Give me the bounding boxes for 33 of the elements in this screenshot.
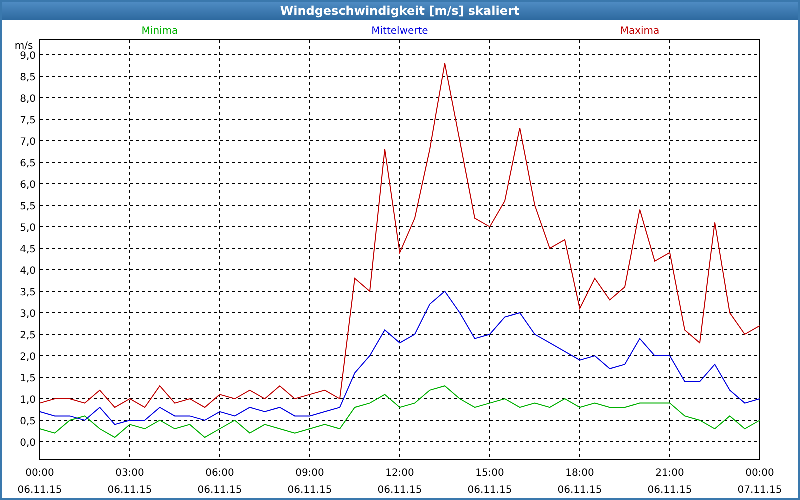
legend-label: Maxima [620, 26, 660, 37]
y-tick-label: 7,0 [20, 137, 36, 148]
x-tick-label: 15:00 06.11.15 [468, 468, 512, 496]
y-tick-label: 8,0 [20, 94, 36, 106]
x-tick-label: 06:00 06.11.15 [198, 468, 242, 496]
x-tick-label: 18:00 06.11.15 [558, 468, 602, 496]
y-tick-label: 7,5 [20, 116, 36, 127]
y-tick-label: 3,5 [20, 287, 36, 298]
y-tick-label: 1,5 [20, 373, 36, 384]
legend-label: Minima [142, 26, 178, 37]
y-tick-label: 8,5 [20, 72, 36, 84]
y-tick-label: 1,0 [20, 394, 36, 406]
y-axis-label: m/s [14, 41, 34, 52]
y-tick-label: 0,5 [20, 416, 36, 428]
legend-label: Mittelwerte [372, 26, 428, 37]
y-tick-label: 4,0 [20, 266, 36, 277]
y-tick-label: 2,5 [20, 330, 36, 342]
y-tick-label: 4,5 [20, 244, 36, 256]
x-tick-label: 09:00 06.11.15 [288, 468, 332, 496]
window-title: Windgeschwindigkeit [m/s] skaliert [2, 2, 798, 20]
y-tick-label: 9,0 [20, 51, 36, 62]
x-tick-label: 00:00 07.11.15 [738, 468, 782, 496]
y-tick-label: 6,0 [20, 180, 36, 191]
x-tick-label: 12:00 06.11.15 [378, 468, 422, 496]
y-tick-label: 6,5 [20, 158, 36, 170]
y-tick-label: 2,0 [20, 352, 36, 363]
y-tick-label: 5,5 [20, 202, 36, 212]
x-tick-label: 00:00 06.11.15 [18, 468, 62, 496]
x-tick-label: 03:00 06.11.15 [108, 468, 152, 496]
y-tick-label: 3,0 [20, 308, 36, 320]
x-tick-label: 21:00 06.11.15 [648, 468, 692, 496]
y-tick-label: 5,0 [20, 223, 36, 234]
y-tick-label: 0,0 [20, 438, 36, 449]
